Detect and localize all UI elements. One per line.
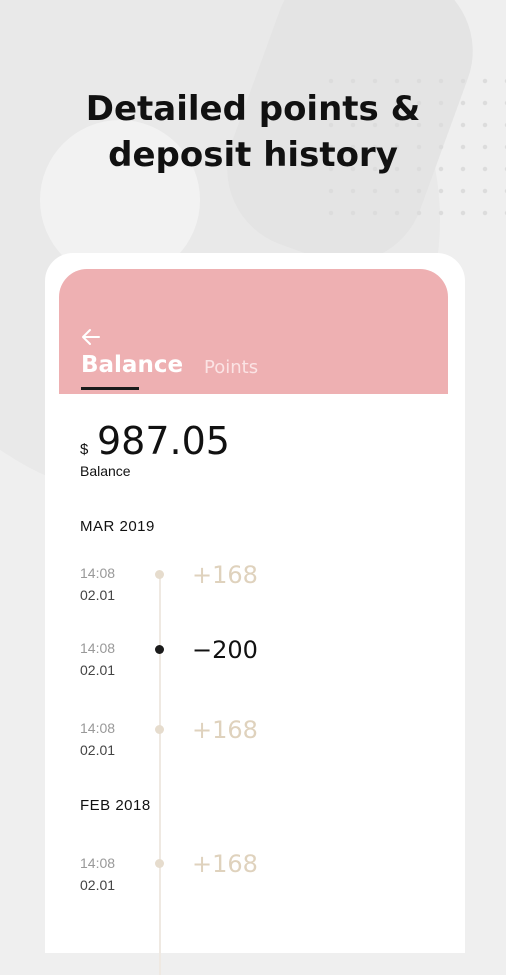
tab-balance[interactable]: Balance: [81, 352, 183, 378]
month-heading: MAR 2019: [80, 518, 155, 535]
balance-amount: 987.05: [97, 419, 230, 463]
list-item-time: 14:08 02.01: [80, 562, 115, 606]
timeline-dot: [155, 570, 164, 579]
entry-time: 14:08: [80, 565, 116, 581]
promo-headline: Detailed points & deposit history: [0, 86, 506, 178]
list-item-time: 14:08 02.01: [80, 717, 115, 761]
timeline-dot: [155, 645, 164, 654]
entry-amount: +168: [192, 716, 258, 744]
list-item-time: 14:08 02.01: [80, 852, 115, 896]
entry-time: 14:08: [80, 855, 116, 871]
entry-amount: +168: [192, 561, 258, 589]
active-tab-indicator: [81, 387, 139, 390]
entry-date: 02.01: [80, 877, 116, 893]
app-header: Balance Points: [59, 269, 448, 394]
entry-date: 02.01: [80, 662, 116, 678]
entry-time: 14:08: [80, 720, 116, 736]
month-heading: FEB 2018: [80, 797, 151, 814]
timeline-dot: [155, 725, 164, 734]
headline-line-1: Detailed points &: [85, 89, 421, 129]
balance-label: Balance: [80, 463, 131, 479]
timeline-line: [159, 575, 161, 975]
entry-date: 02.01: [80, 742, 116, 758]
tab-points[interactable]: Points: [204, 357, 258, 378]
timeline-dot: [155, 859, 164, 868]
phone-screen: Balance Points $ 987.05 Balance MAR 2019…: [45, 253, 465, 975]
entry-amount: +168: [192, 850, 258, 878]
entry-amount: −200: [192, 636, 258, 664]
entry-time: 14:08: [80, 640, 116, 656]
entry-date: 02.01: [80, 587, 116, 603]
currency-symbol: $: [80, 441, 89, 458]
arrow-left-icon[interactable]: [79, 325, 103, 349]
headline-line-2: deposit history: [108, 135, 398, 175]
list-item-time: 14:08 02.01: [80, 637, 115, 681]
